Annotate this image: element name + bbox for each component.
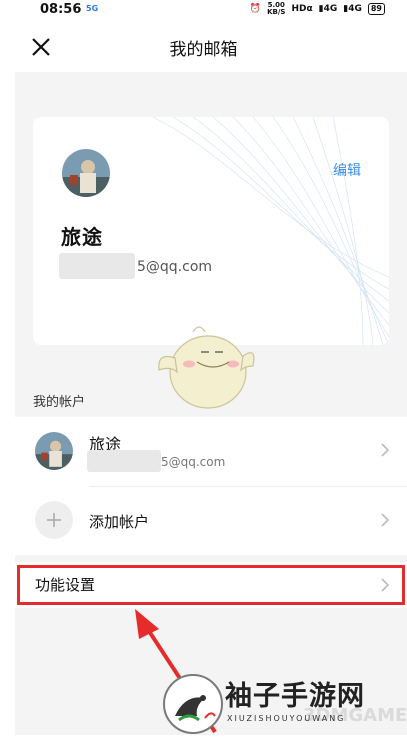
redacted-email-mask bbox=[87, 450, 161, 472]
profile-card: 旅途 5@qq.com 编辑 bbox=[33, 117, 389, 345]
alarm-icon: ⏰ bbox=[249, 4, 262, 14]
network-badge: 5G bbox=[86, 4, 99, 13]
section-title: 我的帐户 bbox=[33, 395, 86, 410]
network-speed: 5.00 KB/S bbox=[267, 2, 285, 16]
add-account-label: 添加帐户 bbox=[89, 513, 150, 531]
account-email: 5@qq.com bbox=[161, 455, 226, 469]
watermark-logo-icon bbox=[163, 674, 223, 734]
mascot-illustration bbox=[158, 326, 255, 409]
highlight-frame bbox=[17, 565, 405, 605]
status-time: 08:56 bbox=[40, 2, 82, 17]
add-account-row[interactable]: 添加帐户 bbox=[15, 487, 407, 555]
avatar bbox=[35, 432, 73, 470]
chevron-right-icon bbox=[381, 443, 389, 457]
redacted-email-mask bbox=[59, 253, 135, 279]
chevron-right-icon bbox=[381, 513, 389, 527]
signal-icon: ▮4G bbox=[343, 4, 362, 14]
watermark: 袖子手游网 3DMGAME XIUZISHOUYOUWANG bbox=[163, 672, 407, 735]
speed-unit: KB/S bbox=[267, 8, 286, 16]
account-list: 旅途 5@qq.com 添加帐户 bbox=[15, 417, 407, 555]
profile-name: 旅途 bbox=[61, 225, 103, 249]
status-icons: ⏰ 5.00 KB/S HDα ▮4G ▮4G 89 bbox=[250, 2, 385, 16]
hd-label: HDα bbox=[291, 4, 313, 14]
content-area: 旅途 5@qq.com 编辑 我的帐户 旅途 5@qq.com 添加帐户 功能设… bbox=[15, 72, 407, 735]
page-title: 我的邮箱 bbox=[169, 40, 238, 60]
add-icon bbox=[35, 501, 73, 539]
account-row[interactable]: 旅途 5@qq.com bbox=[15, 417, 407, 485]
app-header: 我的邮箱 bbox=[0, 22, 407, 72]
profile-email: 5@qq.com bbox=[137, 259, 213, 275]
status-bar: 08:56 5G ⏰ 5.00 KB/S HDα ▮4G ▮4G 89 bbox=[0, 0, 407, 22]
avatar[interactable] bbox=[62, 149, 110, 197]
watermark-subtitle: XIUZISHOUYOUWANG bbox=[227, 714, 346, 723]
edit-profile-link[interactable]: 编辑 bbox=[333, 160, 361, 180]
signal-icon: ▮4G bbox=[318, 4, 338, 14]
battery-icon: 89 bbox=[367, 3, 385, 15]
